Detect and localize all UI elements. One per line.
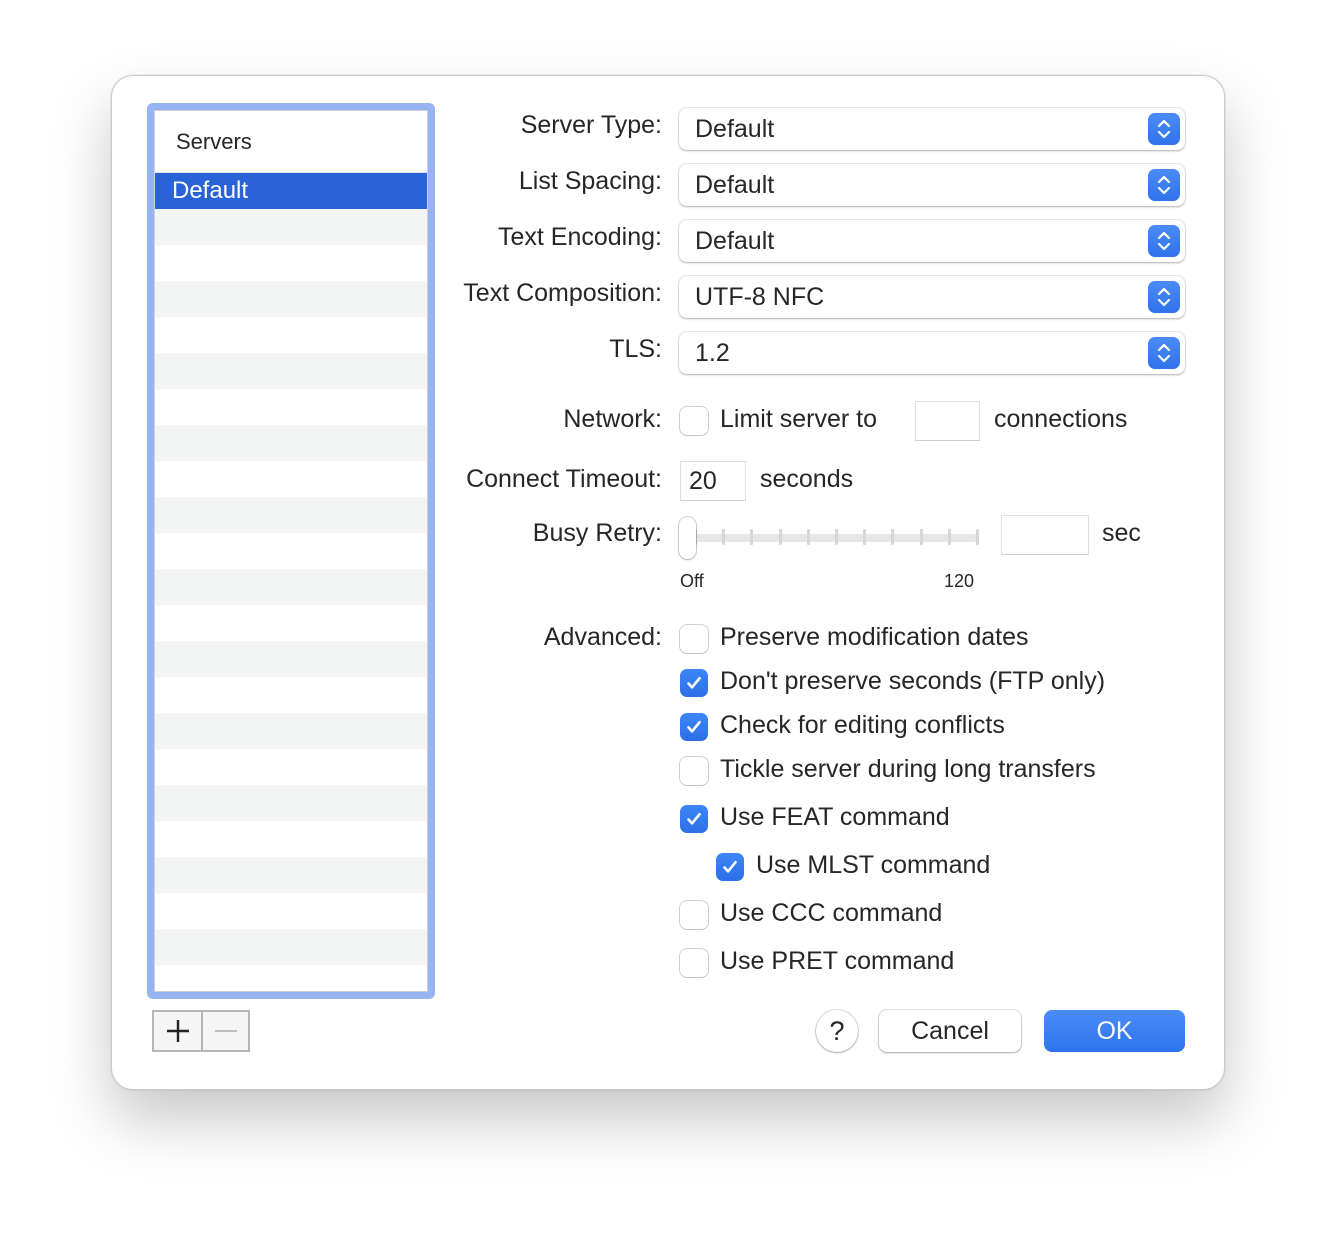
checkmark-icon (687, 813, 701, 825)
text-composition-label: Text Composition: (463, 279, 662, 307)
empty-list-row (155, 713, 427, 749)
empty-list-row (155, 929, 427, 965)
empty-list-row (155, 965, 427, 992)
empty-list-row (155, 425, 427, 461)
empty-list-row (155, 677, 427, 713)
advanced-option-checkbox[interactable] (680, 805, 708, 833)
busy-retry-suffix: sec (1102, 519, 1141, 547)
empty-list-row (155, 281, 427, 317)
connect-timeout-label: Connect Timeout: (466, 465, 662, 493)
connections-suffix: connections (994, 405, 1128, 433)
empty-list-row (155, 461, 427, 497)
add-server-button[interactable] (154, 1012, 201, 1050)
empty-list-row (155, 389, 427, 425)
advanced-option-label: Check for editing conflicts (720, 711, 1005, 739)
advanced-option-label: Preserve modification dates (720, 623, 1029, 651)
empty-list-row (155, 605, 427, 641)
popup-chevrons-icon (1148, 281, 1180, 313)
advanced-label: Advanced: (543, 623, 662, 651)
remove-server-button[interactable] (201, 1012, 248, 1050)
busy-retry-input[interactable] (1001, 515, 1089, 555)
empty-list-row (155, 497, 427, 533)
tls-popup[interactable]: 1.2 (679, 332, 1185, 374)
slider-tick (891, 529, 895, 545)
servers-list[interactable]: Servers Default (147, 103, 435, 999)
network-label: Network: (563, 405, 662, 433)
list-spacing-label: List Spacing: (518, 167, 662, 195)
text-encoding-value: Default (695, 226, 775, 255)
advanced-option-checkbox[interactable] (680, 757, 708, 785)
advanced-option-label: Use FEAT command (720, 803, 950, 831)
slider-tick (863, 529, 867, 545)
advanced-option-checkbox[interactable] (680, 625, 708, 653)
text-encoding-label: Text Encoding: (498, 223, 662, 251)
checkmark-icon (687, 677, 701, 689)
advanced-option-label: Don't preserve seconds (FTP only) (720, 667, 1106, 695)
connections-limit-input[interactable] (915, 401, 980, 441)
slider-tick (778, 529, 782, 545)
add-remove-control (152, 1010, 250, 1052)
list-spacing-value: Default (695, 170, 775, 199)
popup-chevrons-icon (1148, 225, 1180, 257)
empty-list-row (155, 641, 427, 677)
minus-icon (214, 1030, 237, 1032)
empty-list-row (155, 245, 427, 281)
advanced-option-checkbox[interactable] (680, 949, 708, 977)
popup-chevrons-icon (1148, 337, 1180, 369)
advanced-option-label: Tickle server during long transfers (720, 755, 1096, 783)
checkmark-icon (687, 721, 701, 733)
empty-list-row (155, 857, 427, 893)
busy-retry-slider-knob[interactable] (679, 517, 696, 559)
empty-list-row (155, 317, 427, 353)
tls-label: TLS: (609, 335, 662, 363)
empty-list-row (155, 749, 427, 785)
server-type-value: Default (695, 114, 775, 143)
empty-list-row (155, 569, 427, 605)
limit-server-checkbox[interactable] (680, 407, 708, 435)
list-spacing-popup[interactable]: Default (679, 164, 1185, 206)
advanced-option-label: Use MLST command (756, 851, 991, 879)
slider-tick (722, 529, 726, 545)
text-composition-popup[interactable]: UTF-8 NFC (679, 276, 1185, 318)
advanced-option-checkbox[interactable] (680, 669, 708, 697)
slider-tick (806, 529, 810, 545)
advanced-option-label: Use CCC command (720, 899, 943, 927)
connect-timeout-input[interactable]: 20 (680, 461, 746, 501)
plus-icon (166, 1020, 189, 1042)
slider-tick (947, 529, 951, 545)
empty-list-row (155, 893, 427, 929)
slider-min-label: Off (680, 571, 704, 591)
tls-value: 1.2 (695, 338, 730, 367)
slider-max-label: 120 (944, 571, 975, 591)
checkmark-icon (723, 861, 737, 873)
advanced-option-checkbox[interactable] (716, 853, 744, 881)
slider-tick (976, 529, 979, 545)
text-composition-value: UTF-8 NFC (695, 282, 825, 311)
empty-list-row (155, 785, 427, 821)
empty-list-row (155, 209, 427, 245)
popup-chevrons-icon (1148, 113, 1180, 145)
slider-tick (750, 529, 754, 545)
empty-list-row (155, 353, 427, 389)
help-button[interactable]: ? (816, 1010, 858, 1052)
ok-button[interactable]: OK (1044, 1010, 1185, 1052)
limit-server-label: Limit server to (720, 405, 877, 433)
slider-tick (919, 529, 923, 545)
server-type-popup[interactable]: Default (679, 108, 1185, 150)
connect-timeout-suffix: seconds (760, 465, 854, 493)
cancel-button[interactable]: Cancel (879, 1010, 1021, 1052)
text-encoding-popup[interactable]: Default (679, 220, 1185, 262)
server-type-label: Server Type: (520, 111, 662, 139)
server-settings-dialog: Servers Default Server Type: Default Lis… (111, 75, 1225, 1090)
advanced-option-checkbox[interactable] (680, 901, 708, 929)
popup-chevrons-icon (1148, 169, 1180, 201)
servers-list-header: Servers (155, 111, 427, 173)
server-list-item-default[interactable]: Default (155, 173, 427, 209)
busy-retry-label: Busy Retry: (532, 519, 662, 547)
empty-list-row (155, 821, 427, 857)
slider-tick (835, 529, 838, 545)
advanced-option-checkbox[interactable] (680, 713, 708, 741)
advanced-option-label: Use PRET command (720, 947, 955, 975)
empty-list-row (155, 533, 427, 569)
